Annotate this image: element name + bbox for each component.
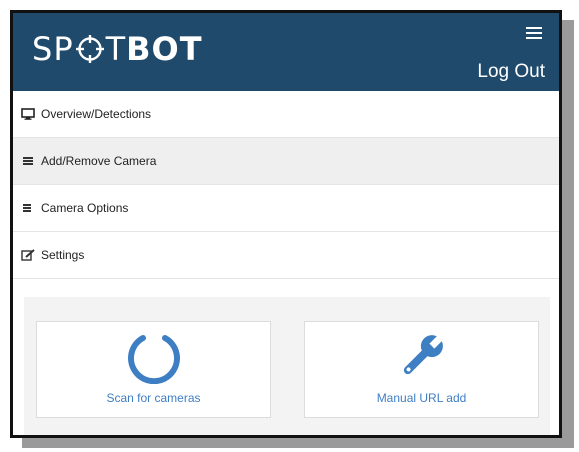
- scan-cameras-label: Scan for cameras: [106, 391, 201, 405]
- spotbot-logo: SP T BOT: [32, 29, 203, 69]
- edit-icon: [21, 249, 35, 261]
- list-icon: [21, 202, 35, 214]
- crosshair-icon: [75, 35, 104, 63]
- nav-item-label: Camera Options: [41, 201, 129, 215]
- nav-item-add-remove-camera[interactable]: Add/Remove Camera: [13, 138, 559, 185]
- wrench-icon: [403, 333, 444, 375]
- hamburger-menu-icon[interactable]: [526, 27, 542, 39]
- nav-item-label: Overview/Detections: [41, 107, 152, 121]
- nav-item-settings[interactable]: Settings: [13, 232, 559, 279]
- logo-text-light-2: T: [105, 30, 127, 68]
- logo-text-light: SP: [32, 30, 74, 68]
- logo-text-bold: BOT: [126, 30, 203, 68]
- app-window: SP T BOT Log Out Overview/Detections Add…: [10, 10, 562, 438]
- list-icon: [21, 155, 35, 167]
- nav-menu: Overview/Detections Add/Remove Camera Ca…: [13, 91, 559, 279]
- action-panel: Scan for cameras Manual URL add: [24, 297, 550, 435]
- spinner-icon: [127, 335, 180, 384]
- nav-item-label: Add/Remove Camera: [41, 154, 157, 168]
- scan-cameras-button[interactable]: Scan for cameras: [36, 321, 271, 418]
- logout-link[interactable]: Log Out: [477, 61, 545, 83]
- header-bar: SP T BOT Log Out: [13, 13, 559, 91]
- nav-item-camera-options[interactable]: Camera Options: [13, 185, 559, 232]
- monitor-icon: [21, 108, 35, 120]
- nav-item-overview[interactable]: Overview/Detections: [13, 91, 559, 138]
- manual-url-add-button[interactable]: Manual URL add: [304, 321, 539, 418]
- manual-url-add-label: Manual URL add: [376, 391, 467, 405]
- nav-item-label: Settings: [41, 248, 85, 262]
